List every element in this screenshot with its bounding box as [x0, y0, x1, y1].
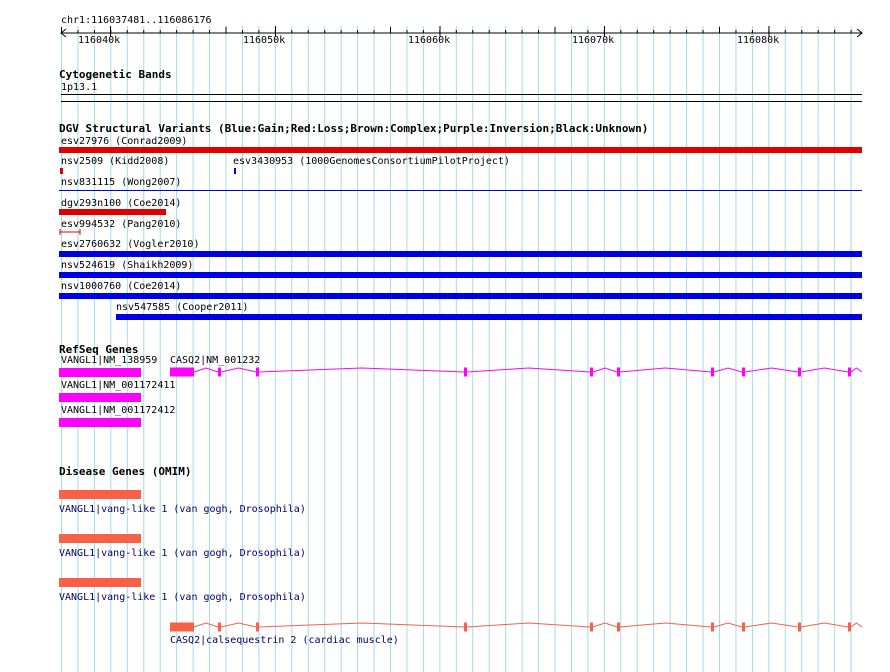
refseq-gene-label[interactable]: VANGL1|NM_001172411	[61, 380, 175, 392]
gene-exon	[218, 622, 221, 632]
ruler-tick-label: 116050k	[243, 35, 286, 46]
gene-exon	[170, 367, 194, 377]
omim-gene-label[interactable]: VANGL1|vang-like 1 (van gogh, Drosophila…	[59, 548, 306, 560]
cytoband-bar-top	[61, 94, 862, 95]
gene-intron	[713, 622, 743, 628]
gene-exon	[742, 622, 745, 632]
gene-exon	[848, 622, 851, 632]
gene-exon	[170, 622, 194, 632]
dgv-feature-label[interactable]: esv2760632 (Vogler2010)	[61, 239, 199, 251]
gene-exon	[798, 622, 801, 632]
dgv-feature-bar-loss[interactable]	[59, 147, 862, 153]
dgv-feature-label[interactable]: nsv1000760 (Coe2014)	[61, 281, 181, 293]
gene-exon	[617, 367, 620, 377]
omim-gene-bar[interactable]	[59, 534, 141, 543]
omim-gene-bar[interactable]	[59, 578, 141, 587]
gene-intron	[850, 367, 863, 373]
dgv-feature-label[interactable]: nsv524619 (Shaikh2009)	[61, 260, 193, 272]
gene-intron	[744, 367, 799, 373]
gene-intron	[258, 622, 465, 628]
dgv-feature-bar-gain[interactable]	[59, 190, 862, 191]
gene-exon	[848, 367, 851, 377]
dgv-feature-label[interactable]: nsv831115 (Wong2007)	[61, 177, 181, 189]
dgv-feature-bar-loss[interactable]	[60, 168, 63, 174]
gene-exon	[798, 367, 801, 377]
gene-intron	[850, 622, 863, 628]
gene-exon	[590, 367, 593, 377]
gene-exon	[617, 622, 620, 632]
gene-intron	[800, 367, 849, 373]
dgv-feature-label[interactable]: esv3430953 (1000GenomesConsortiumPilotPr…	[233, 156, 510, 168]
gene-exon	[218, 367, 221, 377]
gene-exon	[464, 622, 467, 632]
gene-intron	[466, 622, 591, 628]
gene-intron	[193, 622, 219, 628]
gene-intron	[592, 622, 618, 628]
track-title-omim: Disease Genes (OMIM)	[59, 465, 192, 478]
refseq-gene-vangl1-b[interactable]	[59, 393, 141, 402]
dgv-feature-bar-loss[interactable]	[59, 209, 166, 215]
cytoband-label[interactable]: 1p13.1	[61, 82, 97, 94]
gene-exon	[711, 367, 714, 377]
omim-gene-label[interactable]: VANGL1|vang-like 1 (van gogh, Drosophila…	[59, 592, 306, 604]
gene-exon	[742, 367, 745, 377]
track-title-cytoband: Cytogenetic Bands	[59, 68, 172, 81]
gene-intron	[220, 367, 257, 373]
omim-gene-casq2-model[interactable]	[0, 617, 890, 637]
gene-intron	[466, 367, 591, 373]
gene-intron	[800, 622, 849, 628]
ruler-tick-label: 116040k	[78, 35, 121, 46]
refseq-gene-label[interactable]: VANGL1|NM_001172412	[61, 405, 175, 417]
dgv-feature-bar-gain[interactable]	[59, 272, 862, 278]
dgv-feature-bar-gain[interactable]	[59, 251, 862, 257]
cytoband-bar-bottom	[61, 101, 862, 102]
omim-gene-label[interactable]: CASQ2|calsequestrin 2 (cardiac muscle)	[170, 635, 399, 647]
track-title-dgv: DGV Structural Variants (Blue:Gain;Red:L…	[59, 122, 649, 135]
dgv-feature-bar-loss[interactable]	[59, 228, 83, 236]
ruler-tick-label: 116060k	[408, 35, 451, 46]
dgv-feature-bar-gain[interactable]	[59, 293, 862, 299]
gene-exon	[590, 622, 593, 632]
gene-intron	[713, 367, 743, 373]
dgv-feature-label[interactable]: nsv2509 (Kidd2008)	[61, 156, 169, 168]
ruler-tick-label: 116080k	[737, 35, 780, 46]
gene-intron	[619, 622, 712, 628]
gene-intron	[592, 367, 618, 373]
gene-exon	[711, 622, 714, 632]
gene-intron	[258, 367, 465, 373]
gene-intron	[619, 367, 712, 373]
gene-exon	[464, 367, 467, 377]
dgv-feature-label[interactable]: nsv547585 (Cooper2011)	[116, 302, 248, 314]
gene-exon	[256, 367, 259, 377]
dgv-feature-bar-gain[interactable]	[116, 314, 862, 320]
dgv-feature-bar-gain[interactable]	[234, 168, 236, 174]
refseq-gene-vangl1-c[interactable]	[59, 418, 141, 427]
gene-exon	[256, 622, 259, 632]
ruler-tick-label: 116070k	[572, 35, 615, 46]
gene-intron	[193, 367, 219, 373]
refseq-gene-casq2-model[interactable]	[0, 362, 890, 382]
gene-intron	[744, 622, 799, 628]
gene-intron	[220, 622, 257, 628]
omim-gene-label[interactable]: VANGL1|vang-like 1 (van gogh, Drosophila…	[59, 504, 306, 516]
omim-gene-bar[interactable]	[59, 490, 141, 499]
